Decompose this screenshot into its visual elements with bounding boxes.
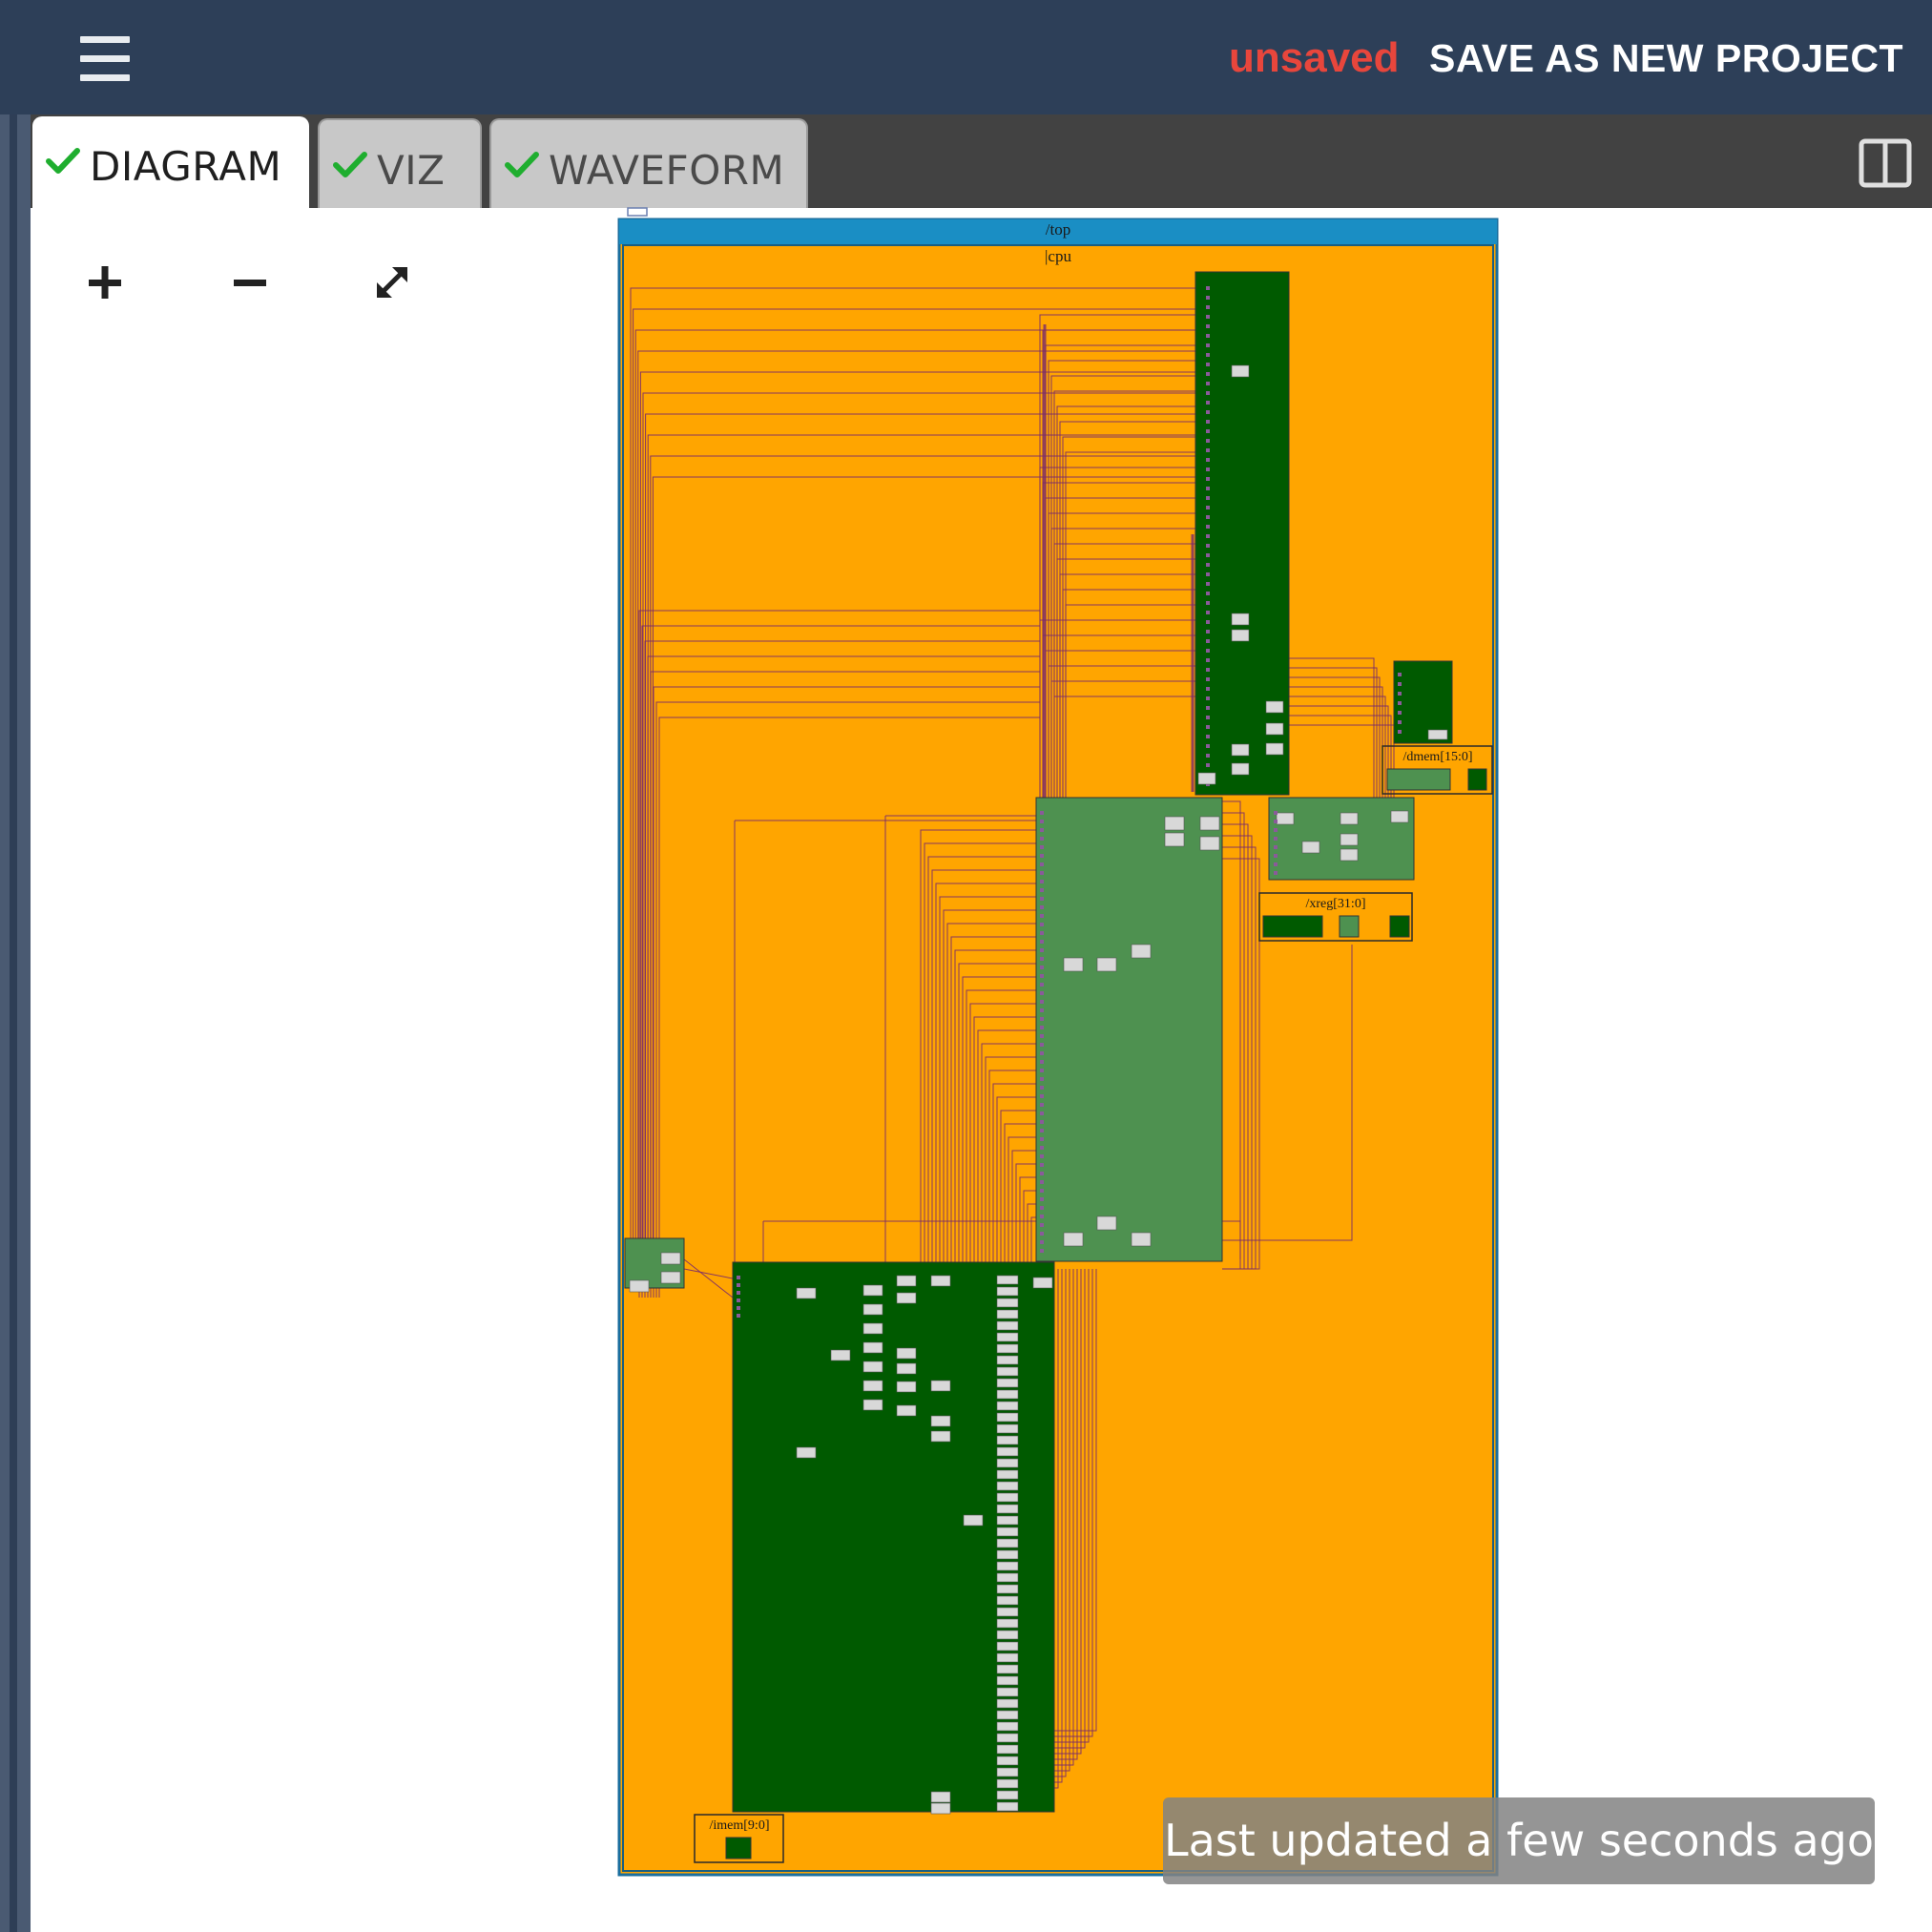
imem-stage-block: [725, 1837, 752, 1859]
xreg-stage-block: [1339, 915, 1360, 938]
xreg-stage-block: [1389, 915, 1410, 938]
dmem-label: /dmem[15:0]: [1402, 750, 1472, 764]
xreg-label: /xreg[31:0]: [1306, 897, 1366, 911]
cpu-label: |cpu: [1045, 247, 1071, 265]
stage-2-block[interactable]: [1035, 797, 1223, 1262]
collapse-toggle[interactable]: [627, 207, 648, 217]
xreg-stage-block: [1262, 915, 1323, 938]
top-label: /top: [1046, 220, 1070, 239]
last-updated-toast: Last updated a few seconds ago: [1163, 1797, 1875, 1884]
dmem-stage-block: [1386, 768, 1451, 791]
imem-label: /imem[9:0]: [710, 1818, 770, 1833]
pipeline-diagram[interactable]: /top |cpu /dmem[15:0] /xreg[31:0] /imem[…: [0, 0, 1932, 1932]
dmem-stage-block: [1467, 768, 1487, 791]
